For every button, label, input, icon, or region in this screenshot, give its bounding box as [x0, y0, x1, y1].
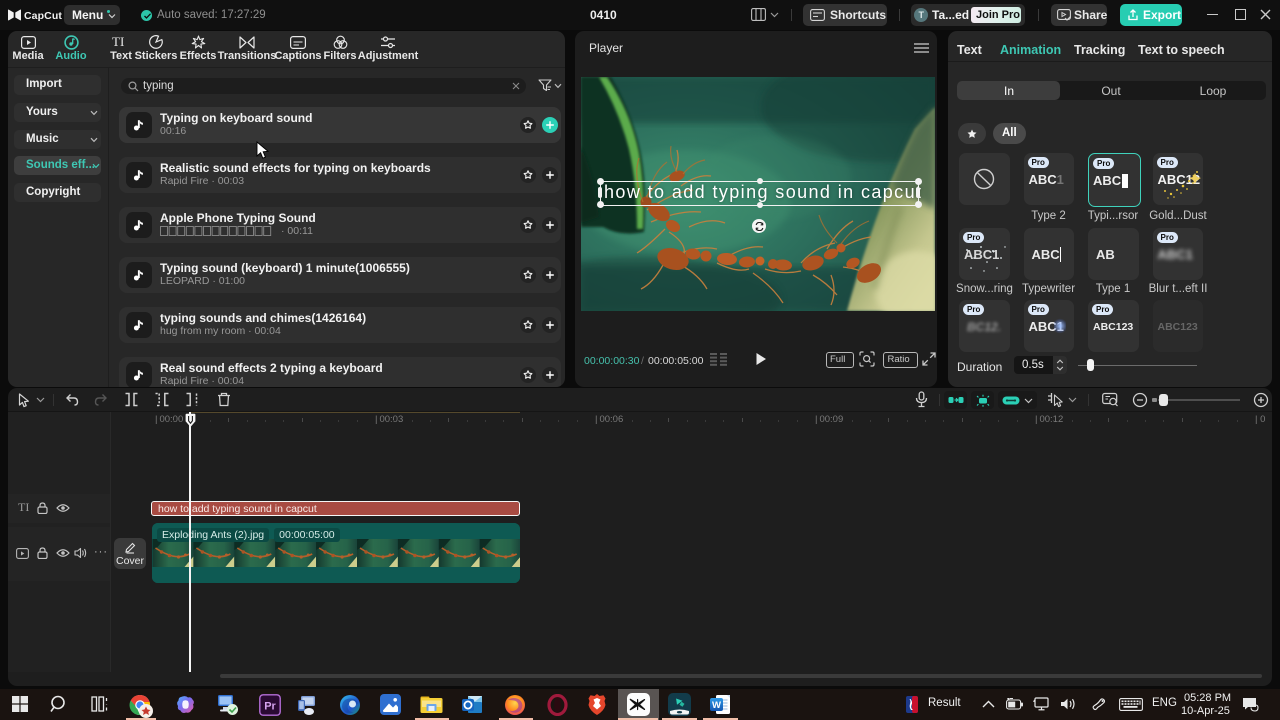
svg-text:W: W — [712, 700, 721, 711]
svg-text:Pr: Pr — [264, 701, 276, 713]
